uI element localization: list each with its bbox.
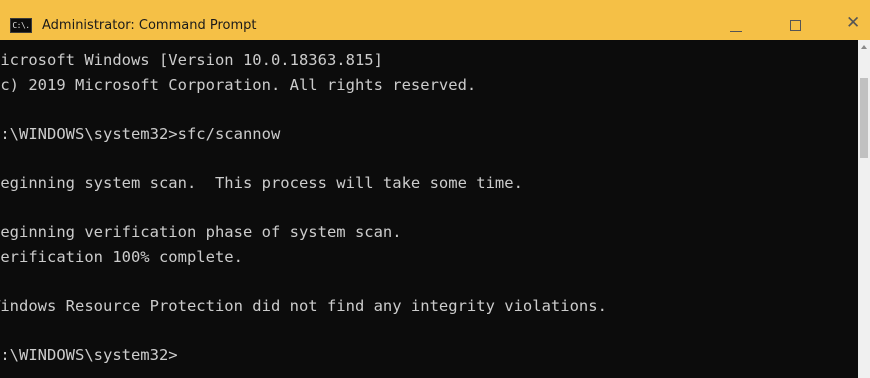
close-button[interactable]: ✕ xyxy=(832,10,870,40)
scroll-up-arrow-icon[interactable] xyxy=(861,45,867,49)
maximize-button[interactable] xyxy=(774,10,818,40)
console-line: (c) 2019 Microsoft Corporation. All righ… xyxy=(0,75,477,94)
console-output[interactable]: Microsoft Windows [Version 10.0.18363.81… xyxy=(0,40,858,378)
console-line: C:\WINDOWS\system32>sfc/scannow xyxy=(0,124,281,143)
minimize-button[interactable] xyxy=(714,10,758,40)
console-line: Microsoft Windows [Version 10.0.18363.81… xyxy=(0,51,383,69)
title-bar[interactable]: C:\. Administrator: Command Prompt ✕ xyxy=(0,0,870,40)
window-title: Administrator: Command Prompt xyxy=(42,18,257,33)
console-line: Beginning verification phase of system s… xyxy=(0,223,402,242)
command-prompt-window: C:\. Administrator: Command Prompt ✕ Mic… xyxy=(0,0,870,378)
console-line: Verification 100% complete. xyxy=(0,247,243,266)
vertical-scrollbar[interactable] xyxy=(858,40,870,378)
console-line: Windows Resource Protection did not find… xyxy=(0,296,607,315)
scrollbar-thumb[interactable] xyxy=(860,78,868,158)
close-icon: ✕ xyxy=(846,13,861,33)
minimize-icon xyxy=(730,31,742,32)
console-text: Microsoft Windows [Version 10.0.18363.81… xyxy=(0,48,607,368)
console-line: C:\WINDOWS\system32> xyxy=(0,346,178,365)
console-line: Beginning system scan. This process will… xyxy=(0,173,523,192)
terminal-icon[interactable]: C:\. xyxy=(10,18,32,33)
maximize-icon xyxy=(790,20,801,31)
